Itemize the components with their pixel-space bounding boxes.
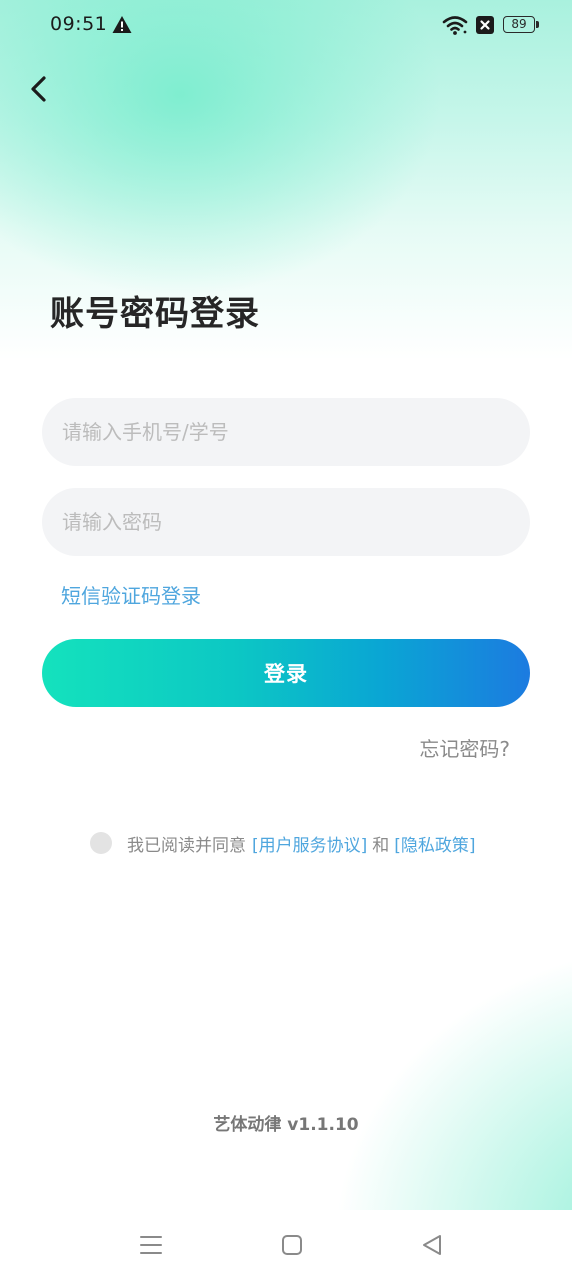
account-input[interactable] [42, 398, 530, 466]
chevron-left-icon [31, 76, 46, 102]
login-screen: 09:51 89 账号密码登录 短信验证码登录 登录 忘 [0, 0, 572, 1280]
terms-link[interactable]: [用户服务协议] [252, 831, 367, 856]
back-triangle-icon[interactable] [420, 1233, 444, 1257]
password-input[interactable] [42, 488, 530, 556]
sim-icon [476, 16, 494, 34]
password-field[interactable] [42, 488, 530, 556]
battery-tip [536, 21, 539, 28]
login-button[interactable]: 登录 [42, 639, 530, 707]
agree-checkbox[interactable] [90, 832, 112, 854]
back-button[interactable] [22, 70, 58, 110]
agreement-row: 我已阅读并同意 [用户服务协议] 和 [隐私政策] [90, 829, 476, 857]
wifi-icon [442, 16, 468, 35]
warning-icon [112, 16, 132, 33]
privacy-link[interactable]: [隐私政策] [394, 831, 475, 856]
background-glow [332, 940, 572, 1240]
menu-icon[interactable] [139, 1234, 163, 1256]
forgot-password-link[interactable]: 忘记密码? [419, 733, 510, 762]
sms-login-link[interactable]: 短信验证码登录 [61, 580, 201, 609]
navigation-bar [0, 1210, 572, 1280]
account-field[interactable] [42, 398, 530, 466]
battery-icon: 89 [503, 16, 535, 33]
agreement-prefix: 我已阅读并同意 [127, 835, 246, 856]
page-title: 账号密码登录 [50, 294, 260, 334]
agreement-conjunction: 和 [372, 835, 390, 856]
version-label: 艺体动律 v1.1.10 [213, 1115, 359, 1135]
home-icon[interactable] [281, 1234, 303, 1256]
status-bar: 09:51 89 [0, 0, 572, 52]
status-time: 09:51 [50, 13, 108, 35]
